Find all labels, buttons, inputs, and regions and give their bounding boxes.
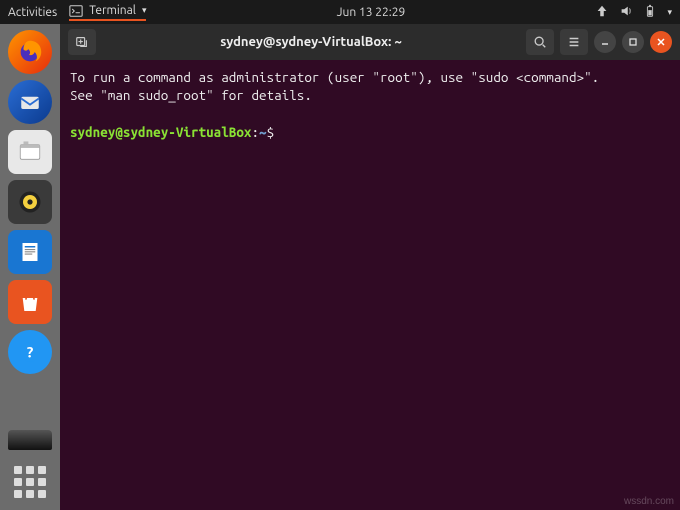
window-title: sydney@sydney-VirtualBox: ~ [104,35,518,49]
help-icon: ? [18,340,42,364]
new-tab-button[interactable] [68,29,96,55]
topbar-clock[interactable]: Jun 13 22:29 [146,6,595,19]
terminal-icon [69,4,83,18]
dock-files[interactable] [8,130,52,174]
prompt-path: ~ [259,124,267,140]
network-icon [595,4,609,21]
dock: ? [0,24,60,510]
close-button[interactable] [650,31,672,53]
speaker-icon [16,188,44,216]
activities-button[interactable]: Activities [8,6,57,19]
hamburger-menu-button[interactable] [560,29,588,55]
terminal-window: sydney@sydney-VirtualBox: ~ To run a com… [60,24,680,510]
files-icon [17,139,43,165]
dock-libreoffice-writer[interactable] [8,230,52,274]
volume-icon [619,4,633,21]
hamburger-icon [567,35,581,49]
battery-icon [643,4,657,21]
terminal-body[interactable]: To run a command as administrator (user … [60,60,680,510]
prompt-user-host: sydney@sydney-VirtualBox [70,124,251,140]
search-button[interactable] [526,29,554,55]
dock-firefox[interactable] [8,30,52,74]
svg-text:?: ? [27,343,34,360]
minimize-icon [600,37,610,47]
watermark: wssdn.com [624,496,674,507]
minimize-button[interactable] [594,31,616,53]
dock-show-applications[interactable] [8,460,52,504]
document-icon [18,240,42,264]
topbar-app-menu[interactable]: Terminal ▾ [69,4,146,21]
dock-ubuntu-software[interactable] [8,280,52,324]
prompt-symbol: $ [267,124,282,140]
gnome-topbar: Activities Terminal ▾ Jun 13 22:29 ▾ [0,0,680,24]
window-titlebar: sydney@sydney-VirtualBox: ~ [60,24,680,60]
dock-help[interactable]: ? [8,330,52,374]
topbar-left: Activities Terminal ▾ [8,4,146,21]
terminal-motd-line: See "man sudo_root" for details. [70,87,312,103]
new-tab-icon [75,35,89,49]
dock-trash[interactable] [8,430,52,450]
shopping-bag-icon [17,289,43,315]
maximize-button[interactable] [622,31,644,53]
prompt-colon: : [251,124,259,140]
chevron-down-icon: ▾ [667,7,672,18]
terminal-motd-line: To run a command as administrator (user … [70,69,599,85]
close-icon [656,37,666,47]
maximize-icon [628,37,638,47]
topbar-status-area[interactable]: ▾ [595,4,672,21]
dock-rhythmbox[interactable] [8,180,52,224]
dock-thunderbird[interactable] [8,80,52,124]
topbar-app-label: Terminal [89,4,136,17]
firefox-icon [15,37,45,67]
search-icon [533,35,547,49]
thunderbird-icon [16,88,44,116]
